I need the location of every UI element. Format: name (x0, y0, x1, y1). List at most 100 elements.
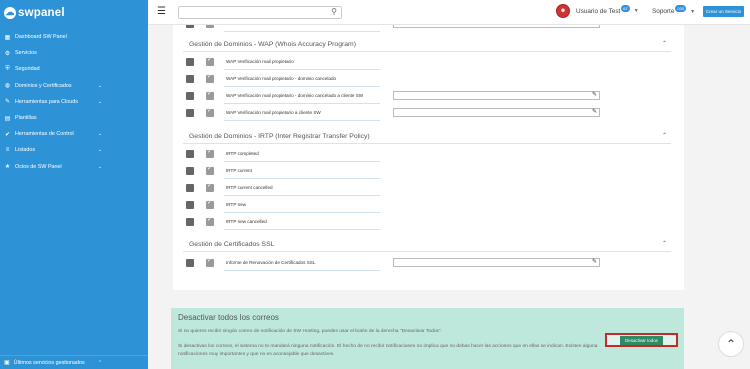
search-input[interactable]: ⚲ (178, 6, 342, 19)
avatar: ☻ (556, 4, 570, 18)
sidebar-item-servicios[interactable]: ⚙ Servicios (0, 45, 148, 61)
chevron-up-icon: ⌃ (97, 359, 102, 366)
table-row: IRTP completed (186, 146, 676, 162)
table-row: WAP Verificación mail propietario a clie… (186, 105, 676, 121)
row-label: WAP Verificación mail propietario - domi… (224, 88, 380, 104)
chevron-down-icon: ⌄ (97, 82, 102, 89)
checkbox[interactable] (186, 201, 194, 209)
panel-title: Desactivar todos los correos (178, 313, 279, 322)
sidebar-item-dashboard[interactable]: ▦ Dashboard SW Panel (0, 29, 148, 45)
table-row: Informe de Renovación de Certificados SS… (186, 255, 676, 271)
checkbox[interactable] (186, 75, 194, 83)
sidebar-item-label: Ocios de SW Panel (15, 163, 62, 170)
chevron-down-icon: ⌄ (97, 131, 102, 138)
user-menu[interactable]: ☻ Usuario de Test 67 ▼ (556, 4, 639, 18)
checkbox[interactable] (186, 259, 194, 267)
panel-text: Si no quieres recibir ningún correo de n… (178, 329, 443, 334)
checkbox-checked[interactable] (206, 257, 214, 267)
sidebar-nav: ▦ Dashboard SW Panel ⚙ Servicios ⛨ Segurida… (0, 29, 148, 175)
table-row: WAP Verificación mail propietario - domi… (186, 71, 676, 87)
checkbox-checked[interactable] (206, 165, 214, 175)
hamburger-menu-icon[interactable]: ☰ (157, 7, 166, 17)
checkbox-checked[interactable] (206, 56, 214, 66)
checkbox-checked[interactable] (206, 25, 214, 28)
chevron-down-icon: ⌄ (97, 163, 102, 170)
sidebar: ☁ swpanel ▦ Dashboard SW Panel ⚙ Servicios… (0, 0, 148, 369)
search-icon[interactable]: ⚲ (331, 7, 337, 16)
table-row: IRTP new (186, 197, 676, 213)
sidebar-item-plantillas[interactable]: ▤ Plantillas (0, 110, 148, 126)
checkbox-checked[interactable] (206, 182, 214, 192)
checkbox[interactable] (186, 184, 194, 192)
chevron-up-icon[interactable]: ⌃ (662, 132, 667, 139)
star-icon: ★ (4, 164, 11, 171)
row-label: WAP Verificación mail propietario a clie… (224, 105, 380, 121)
checkbox[interactable] (186, 150, 194, 158)
sidebar-footer-label: Últimos servicios gestionados (13, 359, 85, 366)
divider (183, 51, 671, 52)
checkbox[interactable] (186, 109, 194, 117)
email-field[interactable]: ✎ (393, 258, 600, 267)
section-title-irtp: Gestión de Dominios - IRTP (Inter Regist… (189, 133, 370, 140)
chevron-down-icon: ⌄ (97, 98, 102, 105)
caret-down-icon: ▼ (633, 8, 639, 14)
table-row: WAP Verificación mail propietario - domi… (186, 88, 676, 104)
sidebar-item-label: Plantillas (15, 115, 37, 122)
support-menu[interactable]: Soporte 000 ▼ (652, 5, 696, 15)
checkbox-checked[interactable] (206, 107, 214, 117)
logo[interactable]: ☁ swpanel (0, 0, 148, 25)
deactivate-all-button[interactable]: Desactivar todos (605, 333, 678, 347)
checkbox[interactable] (186, 167, 194, 175)
checkbox[interactable] (186, 58, 194, 66)
scroll-to-top-button[interactable]: ⌃ (718, 331, 744, 357)
table-row: IRTP current cancelled (186, 180, 676, 196)
file-icon: ▤ (4, 115, 11, 122)
checkbox-checked[interactable] (206, 148, 214, 158)
create-service-button[interactable]: Crear un Servicio (703, 6, 744, 17)
row-label: IRTP new cancelled (224, 214, 380, 230)
sidebar-item-seguridad[interactable]: ⛨ Seguridad (0, 61, 148, 77)
section-title-ssl: Gestión de Certificados SSL (189, 241, 275, 248)
row-label: IRTP new (224, 197, 380, 213)
checkbox-checked[interactable] (206, 199, 214, 209)
divider (183, 143, 671, 144)
sidebar-item-dominios[interactable]: ◍ Dominios y Certificados ⌄ (0, 78, 148, 94)
section-title-wap: Gestión de Dominios - WAP (Whois Accurac… (189, 41, 356, 48)
email-field[interactable]: ✎ (393, 108, 600, 117)
sidebar-item-ocios[interactable]: ★ Ocios de SW Panel ⌄ (0, 159, 148, 175)
checkbox-checked[interactable] (206, 73, 214, 83)
check-circle-icon: ✔ (4, 131, 11, 138)
support-label: Soporte (652, 8, 675, 15)
table-row: IRTP new cancelled (186, 214, 676, 230)
pencil-icon[interactable]: ✎ (592, 108, 597, 115)
pencil-icon[interactable]: ✎ (592, 258, 597, 265)
chevron-up-icon: ⌃ (725, 337, 737, 351)
sidebar-item-label: Servicios (15, 50, 37, 57)
sidebar-item-herramientas-clouds[interactable]: ✎ Herramientas para Clouds ⌄ (0, 94, 148, 110)
topbar: ☰ ⚲ ☻ Usuario de Test 67 ▼ Soporte 000 ▼… (148, 0, 750, 25)
table-row: WAP Verificación mail propietario (186, 54, 676, 70)
sidebar-item-herramientas-control[interactable]: ✔ Herramientas de Control ⌄ (0, 126, 148, 142)
panel-text-warning: Si desactivas los correos, el sistema no… (178, 344, 598, 357)
sidebar-item-label: Herramientas para Clouds (15, 98, 78, 105)
checkbox-checked[interactable] (206, 90, 214, 100)
caret-down-icon: ▼ (690, 8, 696, 15)
sidebar-item-listados[interactable]: ≡ Listados ⌄ (0, 142, 148, 158)
user-name: Usuario de Test (576, 7, 621, 15)
row-label: IRTP completed (224, 146, 380, 162)
notifications-card: Gestión de Dominios - WAP (Whois Accurac… (173, 25, 684, 290)
checkbox[interactable] (186, 218, 194, 226)
pencil-icon[interactable]: ✎ (592, 91, 597, 98)
grid-icon: ▦ (4, 34, 11, 41)
checkbox[interactable] (186, 92, 194, 100)
checkbox-checked[interactable] (206, 216, 214, 226)
email-field[interactable]: ✎ (393, 91, 600, 100)
chevron-up-icon[interactable]: ⌃ (662, 40, 667, 47)
row-label: WAP Verificación mail propietario - domi… (224, 71, 380, 87)
sidebar-footer-recent[interactable]: ▣ Últimos servicios gestionados ⌃ (0, 355, 148, 369)
email-field[interactable] (393, 25, 600, 28)
chevron-up-icon[interactable]: ⌃ (662, 240, 667, 247)
table-row: IRTP current (186, 163, 676, 179)
globe-icon: ◍ (4, 83, 11, 90)
checkbox[interactable] (186, 25, 194, 28)
